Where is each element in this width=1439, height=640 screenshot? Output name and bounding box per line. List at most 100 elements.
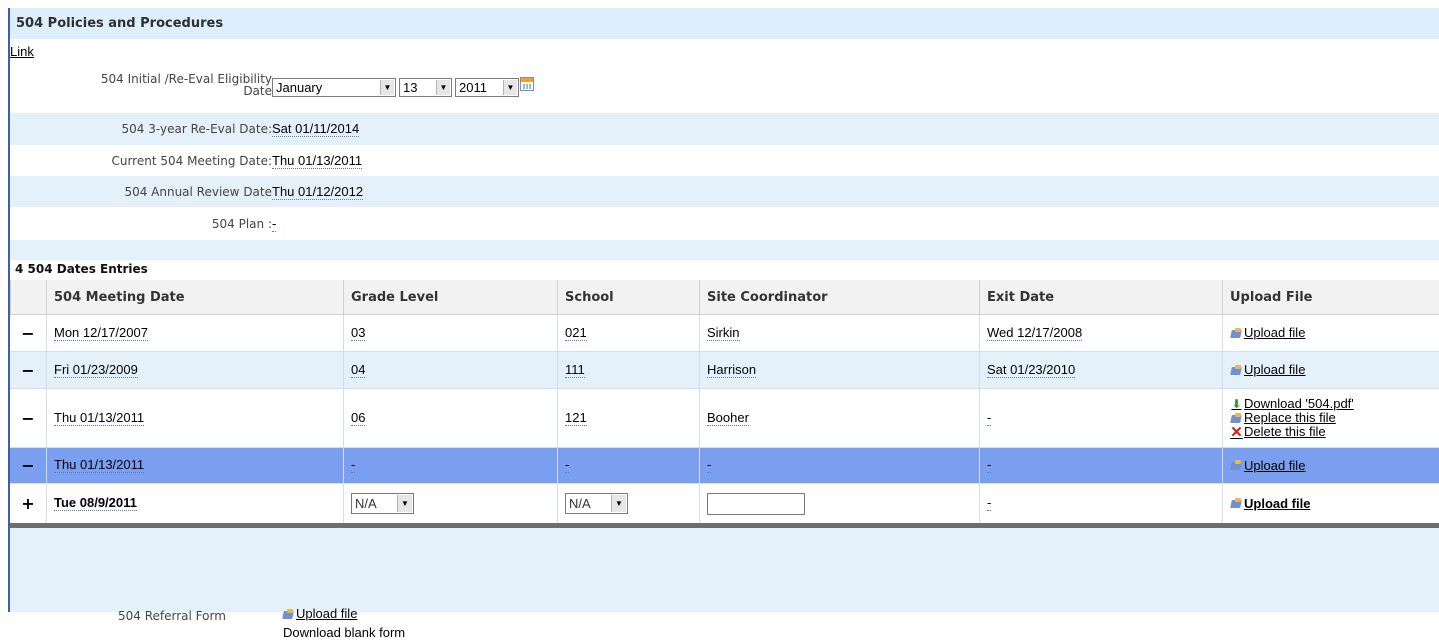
- replace-file-link[interactable]: Replace this file: [1230, 411, 1336, 425]
- download-file-link[interactable]: ⬇ Download '504.pdf': [1230, 396, 1353, 411]
- header-exit-date[interactable]: Exit Date: [979, 280, 1222, 314]
- upload-cell: Upload file: [1222, 315, 1439, 351]
- grade-level-select[interactable]: N/A ▼: [351, 493, 414, 514]
- table-title: 4 504 Dates Entries: [15, 262, 148, 276]
- school-value[interactable]: 111: [565, 362, 585, 378]
- delete-file-link[interactable]: ✕ Delete this file: [1230, 423, 1326, 441]
- plan-label: 504 Plan :: [211, 217, 272, 231]
- upload-file-link[interactable]: Upload file: [1230, 495, 1311, 511]
- upload-file-link[interactable]: Upload file: [1230, 363, 1305, 377]
- eligibility-date-label: 504 Initial /Re-Eval Eligibility Date: [101, 73, 272, 97]
- school-value[interactable]: 021: [565, 325, 587, 341]
- grade-value[interactable]: 04: [351, 362, 366, 378]
- header-toggle: [10, 280, 46, 314]
- link[interactable]: Link: [10, 44, 34, 59]
- meeting-date-value[interactable]: Thu 01/13/2011: [54, 410, 145, 426]
- spacer-row: [10, 240, 1439, 260]
- exit-date-value[interactable]: Wed 12/17/2008: [987, 325, 1083, 341]
- header-meeting-date[interactable]: 504 Meeting Date: [46, 280, 343, 314]
- header-upload-file[interactable]: Upload File: [1222, 280, 1439, 314]
- exit-date-value[interactable]: -: [987, 410, 992, 426]
- delete-file-label: Delete this file: [1244, 424, 1326, 439]
- new-entry-row: + Tue 08/9/2011 N/A ▼ N/A ▼ - Upload file: [10, 484, 1439, 523]
- meeting-date-cell: Fri 01/23/2009: [46, 352, 343, 388]
- coordinator-cell: Harrison: [699, 352, 979, 388]
- coordinator-value[interactable]: Sirkin: [707, 325, 740, 341]
- meeting-date-value[interactable]: Mon 12/17/2007: [54, 325, 148, 341]
- upload-file-label: Upload file: [1244, 325, 1306, 340]
- exit-date-cell: Sat 01/23/2010: [979, 352, 1222, 388]
- upload-icon: [1230, 498, 1243, 509]
- header-school[interactable]: School: [557, 280, 699, 314]
- upload-file-link[interactable]: Upload file: [1230, 326, 1305, 340]
- meeting-date-cell: Thu 01/13/2011: [46, 448, 343, 483]
- site-coordinator-input[interactable]: [707, 492, 805, 515]
- header-site-coordinator[interactable]: Site Coordinator: [699, 280, 979, 314]
- coordinator-value[interactable]: Booher: [707, 410, 749, 426]
- day-select[interactable]: 13 ▼: [399, 78, 452, 97]
- annual-review-label: 504 Annual Review Date: [124, 185, 272, 199]
- table-row: − Thu 01/13/2011 06 121 Booher - ⬇ Downlo…: [10, 389, 1439, 448]
- meeting-date-value: Thu 01/13/2011: [272, 153, 363, 169]
- school-cell: 111: [557, 352, 699, 388]
- grade-cell: 04: [343, 352, 557, 388]
- section-title: 504 Policies and Procedures: [10, 8, 1439, 39]
- grade-value[interactable]: -: [351, 458, 356, 473]
- coordinator-value[interactable]: Harrison: [707, 362, 757, 378]
- month-select[interactable]: January ▼: [272, 78, 396, 97]
- school-cell: -: [557, 448, 699, 483]
- upload-file-label: Upload file: [1244, 457, 1306, 473]
- download-arrow-icon: ⬇: [1231, 396, 1242, 411]
- eligibility-label-line2: Date: [243, 84, 272, 98]
- school-select[interactable]: N/A ▼: [565, 493, 628, 514]
- coordinator-cell: Sirkin: [699, 315, 979, 351]
- grade-value[interactable]: 06: [351, 410, 366, 426]
- exit-date-value[interactable]: -: [987, 496, 992, 511]
- new-meeting-date-value[interactable]: Tue 08/9/2011: [54, 496, 137, 511]
- add-toggle[interactable]: +: [10, 484, 46, 523]
- chevron-down-icon: ▼: [611, 495, 626, 512]
- table-row: − Fri 01/23/2009 04 111 Harrison Sat 01/…: [10, 352, 1439, 389]
- meeting-date-label: Current 504 Meeting Date:: [111, 154, 272, 168]
- grade-value[interactable]: 03: [351, 325, 366, 341]
- grade-cell: 03: [343, 315, 557, 351]
- meeting-date-row: Current 504 Meeting Date: Thu 01/13/2011: [10, 145, 1439, 176]
- exit-date-value[interactable]: -: [987, 458, 992, 473]
- month-select-value: January: [276, 80, 323, 95]
- meeting-date-cell: Thu 01/13/2011: [46, 389, 343, 447]
- exit-date-value[interactable]: Sat 01/23/2010: [987, 362, 1076, 378]
- upload-file-link[interactable]: Upload file: [1230, 457, 1306, 473]
- meeting-date-value[interactable]: Thu 01/13/2011: [54, 458, 145, 473]
- exit-date-cell: -: [979, 389, 1222, 447]
- upload-icon: [1230, 460, 1243, 471]
- table-row: − Mon 12/17/2007 03 021 Sirkin Wed 12/17…: [10, 315, 1439, 352]
- annual-review-value: Thu 01/12/2012: [272, 184, 364, 200]
- meeting-date-value[interactable]: Fri 01/23/2009: [54, 362, 138, 378]
- coordinator-cell: [699, 484, 979, 523]
- referral-upload-link[interactable]: Upload file: [282, 607, 357, 621]
- grade-cell: 06: [343, 389, 557, 447]
- download-blank-form-link[interactable]: Download blank form: [283, 625, 405, 640]
- school-value[interactable]: -: [565, 458, 570, 473]
- grade-level-select-value: N/A: [355, 496, 377, 511]
- chevron-down-icon: ▼: [397, 495, 412, 512]
- collapse-toggle[interactable]: −: [10, 315, 46, 351]
- school-cell: 021: [557, 315, 699, 351]
- year-select[interactable]: 2011 ▼: [455, 78, 519, 97]
- school-value[interactable]: 121: [565, 410, 587, 426]
- collapse-toggle[interactable]: −: [10, 448, 46, 483]
- collapse-toggle[interactable]: −: [10, 389, 46, 447]
- school-cell: N/A ▼: [557, 484, 699, 523]
- file-actions-cell: ⬇ Download '504.pdf' Replace this file ✕ D…: [1222, 389, 1439, 447]
- upload-icon: [1230, 364, 1243, 376]
- calendar-icon[interactable]: [520, 77, 534, 91]
- year-select-value: 2011: [459, 80, 487, 95]
- coordinator-cell: -: [699, 448, 979, 483]
- collapse-toggle[interactable]: −: [10, 352, 46, 388]
- coordinator-value[interactable]: -: [707, 458, 712, 473]
- upload-file-label: Upload file: [1244, 495, 1311, 511]
- meeting-date-cell: Mon 12/17/2007: [46, 315, 343, 351]
- delete-x-icon: ✕: [1230, 423, 1243, 441]
- header-grade-level[interactable]: Grade Level: [343, 280, 557, 314]
- school-cell: 121: [557, 389, 699, 447]
